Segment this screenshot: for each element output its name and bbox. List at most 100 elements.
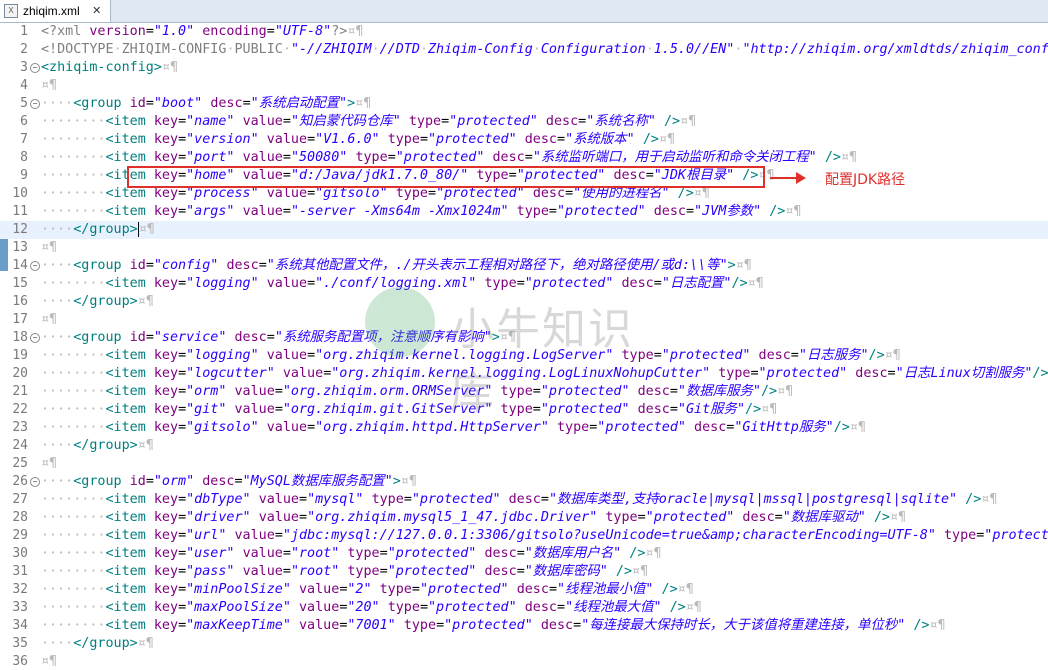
- code-line[interactable]: 21 ········<item key="orm" value="org.zhi…: [0, 383, 1048, 401]
- line-number: 10: [12, 186, 28, 201]
- code-text: ····</group>¤¶: [41, 293, 154, 311]
- code-line[interactable]: 13 ¤¶: [0, 239, 1048, 257]
- code-line[interactable]: 7 ········<item key="version" value="V1.6…: [0, 131, 1048, 149]
- code-line[interactable]: 11 ········<item key="args" value="-serve…: [0, 203, 1048, 221]
- code-line[interactable]: 24 ····</group>¤¶: [0, 437, 1048, 455]
- code-token: value: [266, 186, 308, 201]
- code-token: =: [307, 420, 316, 435]
- code-line[interactable]: 4 ¤¶: [0, 77, 1048, 95]
- code-line[interactable]: 34 ········<item key="maxKeepTime" value=…: [0, 617, 1048, 635]
- code-line[interactable]: 1 <?xml version="1.0" encoding="UTF-8"?>¤…: [0, 23, 1048, 41]
- line-number: 3: [20, 60, 28, 75]
- line-number: 25: [12, 456, 28, 471]
- code-line[interactable]: 6 ········<item key="name" value="知启蒙代码仓库…: [0, 113, 1048, 131]
- code-token: desc: [637, 384, 670, 399]
- code-line[interactable]: 36 ¤¶: [0, 653, 1048, 670]
- code-token: =: [516, 564, 525, 579]
- code-token: ¤¶: [981, 492, 998, 507]
- code-line[interactable]: 15 ········<item key="logging" value="./c…: [0, 275, 1048, 293]
- code-line[interactable]: 12 ····</group>¤¶: [0, 221, 1048, 239]
- code-token: value: [234, 528, 275, 543]
- code-text: ········<item key="args" value="-server …: [41, 203, 801, 221]
- code-line[interactable]: 8 ········<item key="port" value="50080" …: [0, 149, 1048, 167]
- fold-toggle-icon[interactable]: −: [30, 99, 40, 109]
- fold-toggle-icon[interactable]: −: [30, 477, 40, 487]
- code-line[interactable]: 16 ····</group>¤¶: [0, 293, 1048, 311]
- code-token: desc: [210, 96, 243, 111]
- code-token: =: [178, 582, 187, 597]
- code-token: =: [557, 132, 566, 147]
- code-line[interactable]: 27 ········<item key="dbType" value="mysq…: [0, 491, 1048, 509]
- code-token: =: [178, 402, 187, 417]
- code-line[interactable]: 18− ····<group id="service" desc="系统服务配置项…: [0, 329, 1048, 347]
- code-token: ·: [645, 42, 654, 57]
- fold-toggle-icon[interactable]: −: [30, 63, 40, 73]
- code-token: =: [274, 528, 283, 543]
- code-line[interactable]: 23 ········<item key="gitsolo" value="org…: [0, 419, 1048, 437]
- code-token: ¤¶: [693, 186, 710, 201]
- code-line[interactable]: 22 ········<item key="git" value="org.zhi…: [0, 401, 1048, 419]
- code-token: value: [242, 114, 283, 129]
- code-text: <?xml version="1.0" encoding="UTF-8"?>¤¶: [41, 23, 364, 41]
- code-token: =: [145, 24, 154, 39]
- highlight-box: [127, 166, 765, 188]
- code-token: <item: [105, 528, 154, 543]
- fold-toggle-icon[interactable]: −: [30, 261, 40, 271]
- code-line[interactable]: 29 ········<item key="url" value="jdbc:my…: [0, 527, 1048, 545]
- code-line[interactable]: 3− <zhiqim-config>¤¶: [0, 59, 1048, 77]
- code-line[interactable]: 26− ····<group id="orm" desc="MySQL数据库服务配…: [0, 473, 1048, 491]
- close-icon[interactable]: ✕: [92, 6, 102, 17]
- code-token: =: [653, 348, 662, 363]
- code-text: ········<item key="git" value="org.zhiqi…: [41, 401, 777, 419]
- code-line[interactable]: 35 ····</group>¤¶: [0, 635, 1048, 653]
- code-token: <zhiqim-config>: [41, 60, 162, 75]
- code-line[interactable]: 19 ········<item key="logging" value="org…: [0, 347, 1048, 365]
- code-line[interactable]: 2 <!DOCTYPE·ZHIQIM-CONFIG·PUBLIC·"-//ZHIQ…: [0, 41, 1048, 59]
- code-token: "version": [186, 132, 259, 147]
- code-editor[interactable]: 1 <?xml version="1.0" encoding="UTF-8"?>¤…: [0, 23, 1048, 670]
- line-number: 15: [12, 276, 28, 291]
- code-line[interactable]: 25 ¤¶: [0, 455, 1048, 473]
- code-line[interactable]: 32 ········<item key="minPoolSize" value=…: [0, 581, 1048, 599]
- code-line[interactable]: 31 ········<item key="pass" value="root" …: [0, 563, 1048, 581]
- code-token: =: [685, 204, 695, 219]
- code-token: <item: [105, 582, 154, 597]
- code-line[interactable]: 5− ····<group id="boot" desc="系统启动配置">¤¶: [0, 95, 1048, 113]
- code-token: "args": [186, 204, 235, 219]
- code-token: "org.zhiqim.mysql5_1_47.jdbc.Driver": [307, 510, 598, 525]
- code-token: ¤¶: [137, 294, 154, 309]
- line-number: 20: [12, 366, 28, 381]
- code-token: </group>: [73, 222, 138, 237]
- code-token: "minPoolSize": [186, 582, 291, 597]
- code-token: <item: [105, 564, 154, 579]
- code-token: ¤¶: [840, 150, 858, 165]
- fold-toggle-icon[interactable]: −: [30, 333, 40, 343]
- tab-zhiqim-xml[interactable]: X zhiqim.xml ✕: [0, 0, 111, 22]
- code-token: ········: [41, 528, 106, 543]
- code-token: "org.zhiqim.git.GitServer": [282, 402, 493, 417]
- code-line[interactable]: 33 ········<item key="maxPoolSize" value=…: [0, 599, 1048, 617]
- code-token: "数据库密码": [524, 564, 608, 579]
- code-token: =: [178, 114, 187, 129]
- code-line[interactable]: 17 ¤¶: [0, 311, 1048, 329]
- code-token: "protected": [436, 186, 525, 201]
- code-token: "maxKeepTime": [186, 618, 291, 633]
- line-number: 19: [12, 348, 28, 363]
- code-line[interactable]: 28 ········<item key="driver" value="org.…: [0, 509, 1048, 527]
- code-token: <item: [105, 132, 154, 147]
- code-line[interactable]: 14− ····<group id="config" desc="系统其他配置文件…: [0, 257, 1048, 275]
- code-line[interactable]: 30 ········<item key="user" value="root" …: [0, 545, 1048, 563]
- code-token: desc: [653, 204, 686, 219]
- line-number: 31: [12, 564, 28, 579]
- code-line[interactable]: 20 ········<item key="logcutter" value="o…: [0, 365, 1048, 383]
- code-token: <item: [105, 204, 154, 219]
- code-token: ········: [41, 204, 106, 219]
- code-text: ········<item key="orm" value="org.zhiqi…: [41, 383, 793, 401]
